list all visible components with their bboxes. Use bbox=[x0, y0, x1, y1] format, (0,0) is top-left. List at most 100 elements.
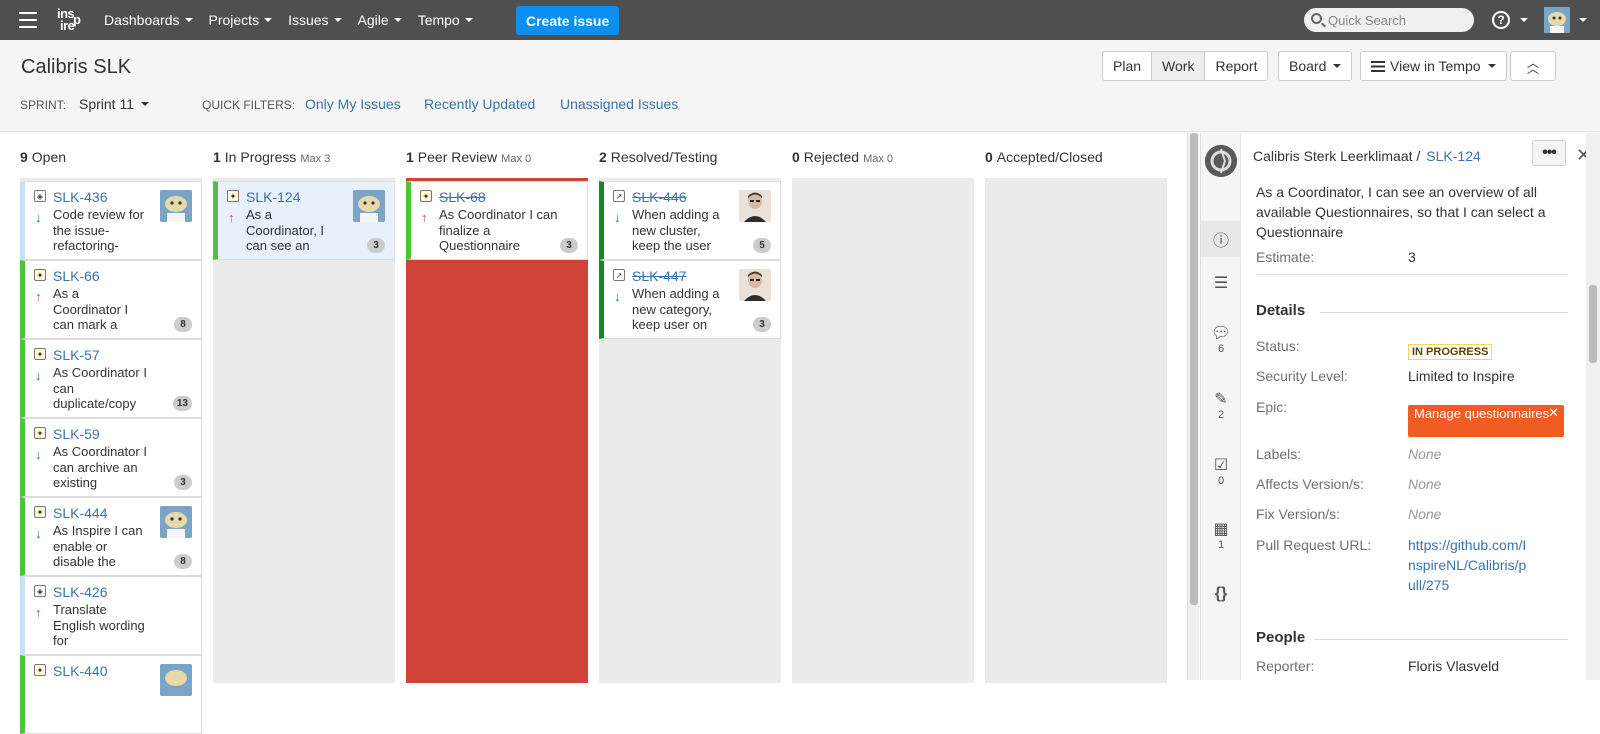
tab-details[interactable]: ⓘ bbox=[1201, 221, 1241, 257]
issue-key[interactable]: SLK-124 bbox=[246, 189, 300, 205]
help-icon[interactable]: ? bbox=[1492, 11, 1510, 29]
security-level-value[interactable]: Limited to Inspire bbox=[1408, 368, 1515, 384]
filter-recently-updated[interactable]: Recently Updated bbox=[424, 96, 535, 112]
board-scrollbar[interactable] bbox=[1187, 133, 1199, 680]
issue-key[interactable]: SLK-440 bbox=[53, 663, 107, 679]
status-badge[interactable]: IN PROGRESS bbox=[1408, 344, 1493, 360]
column-count: 2 bbox=[599, 149, 607, 165]
issue-card[interactable]: ✦ SLK-57 ↓ As Coordinator I can duplicat… bbox=[20, 339, 202, 418]
issue-key[interactable]: SLK-426 bbox=[53, 584, 107, 600]
estimate-value[interactable]: 3 bbox=[1408, 249, 1416, 265]
menu-icon[interactable] bbox=[19, 12, 37, 28]
nav-agile-label: Agile bbox=[357, 12, 389, 28]
tab-tempo[interactable]: ▦ 1 bbox=[1201, 519, 1241, 551]
issue-key[interactable]: SLK-66 bbox=[53, 268, 100, 284]
issue-card[interactable]: ◈ SLK-436 ↓ Code review for the issue-re… bbox=[20, 181, 202, 260]
issue-card[interactable]: ✦ SLK-440 bbox=[20, 655, 202, 734]
plan-mode-button[interactable]: Plan bbox=[1103, 52, 1153, 80]
filter-only-my-issues[interactable]: Only My Issues bbox=[305, 96, 401, 112]
tab-attachments[interactable]: ✎ 2 bbox=[1201, 389, 1241, 421]
issue-key[interactable]: SLK-436 bbox=[53, 189, 107, 205]
column-peer-review: ✦ SLK-68 ↑ As Coordinator I can finalize… bbox=[406, 178, 588, 683]
tempo-button-label: View in Tempo bbox=[1390, 58, 1481, 74]
breadcrumb-issue-key[interactable]: SLK-124 bbox=[1426, 148, 1480, 164]
issue-card[interactable]: ↗ SLK-447 ↓ When adding a new category, … bbox=[599, 260, 781, 339]
fix-version-value[interactable]: None bbox=[1408, 506, 1441, 522]
issue-summary: As a Coordinator, I can see an bbox=[246, 207, 325, 253]
pull-request-link[interactable]: https://github.com/InspireNL/Calibris/pu… bbox=[1408, 535, 1528, 595]
breadcrumb: Calibris Sterk Leerklimaat / SLK-124 bbox=[1253, 148, 1481, 164]
tab-subtasks[interactable]: ☑ 0 bbox=[1201, 455, 1241, 487]
assignee-avatar bbox=[353, 190, 385, 222]
issue-key[interactable]: SLK-446 bbox=[632, 189, 686, 205]
create-issue-button[interactable]: Create issue bbox=[516, 6, 620, 35]
comment-icon: 💬︎ bbox=[1210, 325, 1232, 342]
detail-scrollbar[interactable] bbox=[1586, 133, 1600, 680]
issue-key[interactable]: SLK-59 bbox=[53, 426, 100, 442]
story-icon: ✦ bbox=[34, 506, 46, 518]
scrollbar-thumb[interactable] bbox=[1190, 133, 1198, 605]
divider bbox=[1256, 274, 1568, 275]
issue-card-selected[interactable]: ✦ SLK-124 ↑ As a Coordinator, I can see … bbox=[213, 181, 395, 260]
info-icon: ⓘ bbox=[1212, 233, 1229, 250]
epic-lozenge[interactable]: Manage questionnaires ✕ bbox=[1408, 405, 1564, 437]
inspire-logo[interactable]: ins ire p bbox=[56, 5, 86, 35]
view-in-tempo-button[interactable]: View in Tempo bbox=[1360, 51, 1507, 81]
filter-unassigned-issues[interactable]: Unassigned Issues bbox=[560, 96, 678, 112]
nav-issues[interactable]: Issues bbox=[288, 12, 342, 28]
work-mode-button[interactable]: Work bbox=[1152, 52, 1206, 80]
issue-key[interactable]: SLK-57 bbox=[53, 347, 100, 363]
issue-key[interactable]: SLK-447 bbox=[632, 268, 686, 284]
issue-key[interactable]: SLK-444 bbox=[53, 505, 107, 521]
divider bbox=[1314, 639, 1568, 640]
reporter-value[interactable]: Floris Vlasveld bbox=[1408, 658, 1499, 674]
nav-dashboards[interactable]: Dashboards bbox=[104, 12, 193, 28]
chevron-down-icon bbox=[393, 18, 402, 22]
nav-agile[interactable]: Agile bbox=[358, 12, 402, 28]
collapse-header-button[interactable]: ︿ ︿ bbox=[1510, 51, 1556, 81]
issue-card[interactable]: ◈ SLK-426 ↑ Translate English wording fo… bbox=[20, 576, 202, 655]
chevron-down-icon bbox=[1333, 64, 1342, 68]
nav-projects[interactable]: Projects bbox=[209, 12, 273, 28]
column-name: Open bbox=[31, 149, 67, 165]
tab-description[interactable]: ☰ bbox=[1201, 273, 1241, 293]
story-points-badge: 3 bbox=[174, 475, 192, 490]
issue-key[interactable]: SLK-68 bbox=[439, 189, 486, 205]
tab-json[interactable]: {} bbox=[1201, 585, 1241, 603]
priority-low-icon: ↓ bbox=[35, 210, 42, 225]
affects-version-value[interactable]: None bbox=[1408, 476, 1441, 492]
report-mode-button[interactable]: Report bbox=[1205, 52, 1268, 80]
chevron-down-icon[interactable] bbox=[1520, 18, 1528, 22]
column-rejected bbox=[792, 178, 974, 683]
column-max: Max 0 bbox=[863, 153, 894, 165]
user-avatar[interactable] bbox=[1544, 7, 1570, 33]
quick-search-input[interactable]: Quick Search bbox=[1304, 8, 1474, 32]
issue-card[interactable]: ✦ SLK-444 ↓ As Inspire I can enable or d… bbox=[20, 497, 202, 576]
board-menu-button[interactable]: Board bbox=[1278, 51, 1353, 81]
issue-summary-detail[interactable]: As a Coordinator, I can see an overview … bbox=[1256, 182, 1566, 242]
chevron-down-icon[interactable] bbox=[1579, 18, 1587, 22]
tab-comments[interactable]: 💬︎ 6 bbox=[1201, 323, 1241, 355]
issue-card[interactable]: ✦ SLK-66 ↑ As a Coordinator I can mark a… bbox=[20, 260, 202, 339]
issue-card[interactable]: ✦ SLK-68 ↑ As Coordinator I can finalize… bbox=[406, 181, 588, 260]
quick-filters-label: QUICK FILTERS: bbox=[202, 98, 296, 112]
assignee-avatar bbox=[160, 506, 192, 538]
breadcrumb-project[interactable]: Calibris Sterk Leerklimaat / bbox=[1253, 148, 1420, 164]
scrollbar-thumb[interactable] bbox=[1589, 285, 1597, 363]
table-icon: ▦ bbox=[1213, 521, 1229, 538]
issue-card[interactable]: ↗ SLK-446 ↓ When adding a new cluster, k… bbox=[599, 181, 781, 260]
column-count: 0 bbox=[792, 149, 800, 165]
labels-value[interactable]: None bbox=[1408, 446, 1441, 462]
nav-tempo[interactable]: Tempo bbox=[418, 12, 473, 28]
assignee-avatar bbox=[739, 269, 771, 301]
column-count: 1 bbox=[406, 149, 414, 165]
pull-request-label: Pull Request URL: bbox=[1256, 537, 1372, 553]
priority-low-icon: ↓ bbox=[35, 447, 42, 462]
sprint-selector[interactable]: Sprint 11 bbox=[79, 96, 149, 112]
board-button-label: Board bbox=[1289, 58, 1327, 74]
epic-label: Epic: bbox=[1256, 399, 1288, 415]
issue-card[interactable]: ✦ SLK-59 ↓ As Coordinator I can archive … bbox=[20, 418, 202, 497]
more-actions-button[interactable]: ••• bbox=[1532, 140, 1566, 166]
remove-epic-icon[interactable]: ✕ bbox=[1548, 406, 1559, 420]
column-name: Accepted/Closed bbox=[996, 149, 1103, 165]
